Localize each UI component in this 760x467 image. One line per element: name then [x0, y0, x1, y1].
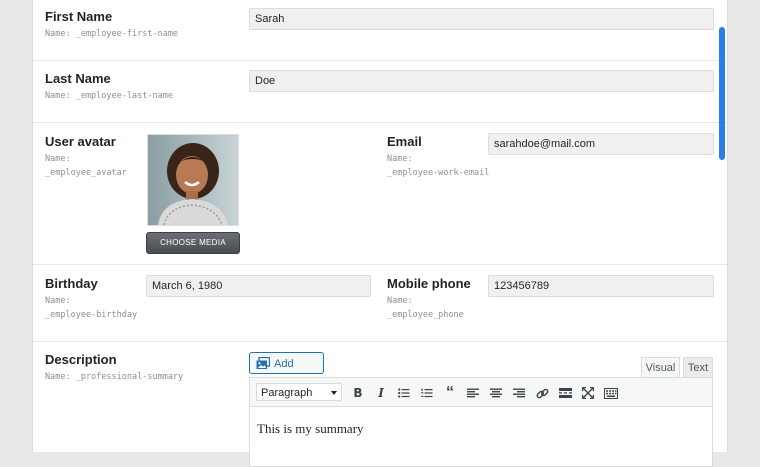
description-label: Description [45, 352, 117, 367]
birthday-meta-prefix: Name: [45, 296, 71, 306]
italic-icon[interactable]: I [373, 385, 389, 401]
link-icon[interactable] [534, 385, 550, 401]
choose-media-button[interactable]: CHOOSE MEDIA [146, 232, 240, 254]
tab-visual[interactable]: Visual [641, 357, 680, 377]
numbered-list-icon[interactable] [419, 385, 435, 401]
email-meta-prefix: Name: [387, 154, 413, 164]
first-name-row: First Name Name: _employee-first-name Sa… [33, 0, 727, 61]
align-left-icon[interactable] [465, 385, 481, 401]
bullet-list-icon[interactable] [396, 385, 412, 401]
user-avatar-meta-prefix: Name: [45, 154, 71, 164]
avatar-email-row: User avatar Name: _employee_avatar CHOOS… [33, 122, 727, 265]
add-media-button[interactable]: Add media [249, 352, 324, 392]
align-right-icon[interactable] [511, 385, 527, 401]
last-name-input[interactable]: Doe [249, 70, 714, 92]
editor-toolbar: Paragraph B I “ [249, 377, 713, 407]
read-more-icon[interactable] [557, 385, 573, 401]
toolbar-toggle-icon[interactable] [603, 385, 619, 401]
blockquote-icon[interactable]: “ [442, 384, 458, 401]
mobile-phone-label: Mobile phone [387, 276, 471, 291]
align-center-icon[interactable] [488, 385, 504, 401]
mobile-phone-meta-key: _employee_phone [387, 310, 464, 320]
mobile-phone-meta-prefix: Name: [387, 296, 413, 306]
birthday-phone-row: Birthday Name: _employee-birthday March … [33, 264, 727, 342]
birthday-meta-key: _employee-birthday [45, 310, 138, 320]
format-select[interactable]: Paragraph [256, 383, 342, 401]
tab-text[interactable]: Text [683, 357, 713, 377]
description-meta: Name: _professional-summary [45, 372, 184, 382]
add-media-icon [256, 357, 270, 369]
employee-form-panel: First Name Name: _employee-first-name Sa… [32, 0, 728, 467]
format-select-value: Paragraph [261, 387, 313, 399]
description-editor[interactable]: This is my summary [249, 407, 713, 467]
first-name-label: First Name [45, 9, 113, 24]
mobile-phone-input[interactable]: 123456789 [488, 275, 714, 297]
email-meta-key: _employee-work-email [387, 168, 490, 178]
last-name-meta: Name: _employee-last-name [45, 91, 173, 101]
birthday-label: Birthday [45, 276, 98, 291]
first-name-meta: Name: _employee-first-name [45, 29, 179, 39]
last-name-row: Last Name Name: _employee-last-name Doe [33, 60, 727, 123]
last-name-label: Last Name [45, 71, 111, 86]
avatar-photo [148, 135, 238, 226]
editor-content[interactable]: This is my summary [257, 421, 364, 437]
fullscreen-icon[interactable] [580, 385, 596, 401]
email-input[interactable]: sarahdoe@mail.com [488, 133, 714, 155]
bold-icon[interactable]: B [350, 385, 366, 401]
description-row: Description Name: _professional-summary … [33, 341, 727, 467]
user-avatar-label: User avatar [45, 134, 116, 149]
first-name-input[interactable]: Sarah [249, 8, 714, 30]
scrollbar-thumb[interactable] [719, 27, 725, 160]
user-avatar-meta-key: _employee_avatar [45, 168, 127, 178]
birthday-input[interactable]: March 6, 1980 [146, 275, 371, 297]
chevron-down-icon [331, 391, 337, 395]
avatar-image[interactable] [147, 134, 239, 226]
email-label: Email [387, 134, 422, 149]
